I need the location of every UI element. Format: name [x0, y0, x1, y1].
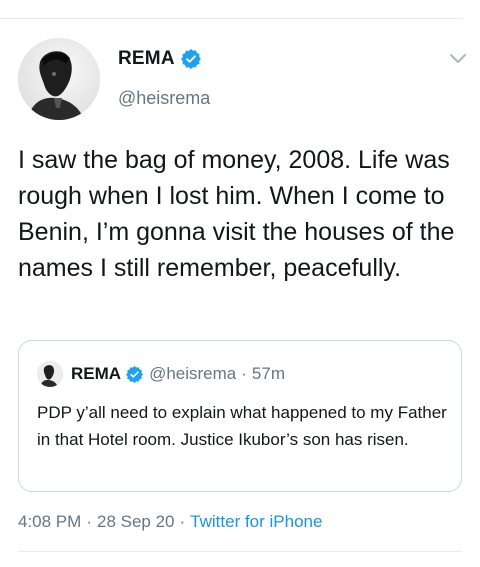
separator-dot: ·: [241, 364, 247, 383]
tweet-time[interactable]: 4:08 PM: [18, 512, 81, 531]
chevron-down-icon[interactable]: [448, 52, 468, 66]
author-name[interactable]: REMA: [118, 48, 175, 70]
quoted-author-handle: @heisrema: [149, 364, 237, 383]
top-divider: [0, 18, 462, 19]
tweet-date[interactable]: 28 Sep 20: [97, 512, 175, 531]
quoted-tweet-header: REMA @heisrema · 57m: [37, 361, 285, 387]
separator-dot: ·: [86, 512, 92, 531]
quoted-tweet-age: 57m: [251, 364, 285, 383]
quoted-tweet-text: PDP y’all need to explain what happened …: [37, 403, 447, 449]
author-name-row: REMA: [118, 48, 201, 70]
quoted-author-avatar: [37, 361, 63, 387]
separator-dot: ·: [179, 512, 186, 531]
bottom-divider: [18, 551, 462, 552]
quoted-tweet-card[interactable]: REMA @heisrema · 57m PDP y’all need to e…: [18, 340, 462, 492]
verified-badge-icon: [180, 49, 201, 69]
tweet-meta: 4:08 PM · 28 Sep 20 · Twitter for iPhone: [18, 512, 322, 532]
author-avatar[interactable]: [18, 38, 100, 120]
author-handle[interactable]: @heisrema: [118, 88, 210, 109]
verified-badge-icon: [126, 365, 143, 383]
tweet-header: REMA @heisrema: [18, 38, 468, 120]
tweet-source-link[interactable]: Twitter for iPhone: [190, 512, 322, 531]
tweet-text: I saw the bag of money, 2008. Life was r…: [18, 146, 455, 282]
quoted-author-name: REMA: [71, 364, 122, 383]
